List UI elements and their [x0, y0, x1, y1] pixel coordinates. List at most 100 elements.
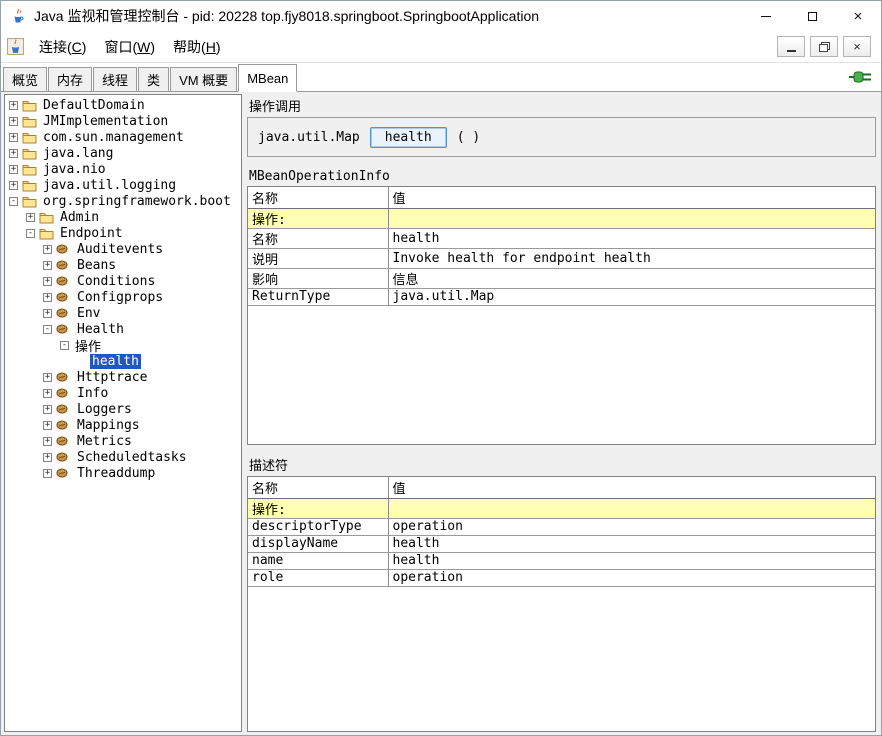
tree-node-info[interactable]: +Info — [5, 385, 241, 401]
tree-node-java-nio[interactable]: +java.nio — [5, 161, 241, 177]
collapse-icon[interactable]: - — [60, 341, 69, 350]
expand-icon[interactable]: + — [43, 437, 52, 446]
tree-node-health[interactable]: health — [5, 353, 241, 369]
expand-icon[interactable]: + — [43, 261, 52, 270]
operation-info-column-header[interactable]: 名称 — [248, 187, 388, 208]
descriptor-row[interactable]: displayNamehealth — [248, 535, 875, 552]
minimize-button[interactable] — [743, 1, 789, 31]
health-invoke-button[interactable]: health — [370, 127, 447, 148]
expand-icon[interactable]: + — [43, 277, 52, 286]
expand-icon[interactable]: + — [43, 389, 52, 398]
tree-node-loggers[interactable]: + Loggers — [5, 401, 241, 417]
minimize-icon — [761, 16, 771, 17]
tree-node-com-sun-management[interactable]: +com.sun.management — [5, 129, 241, 145]
expand-icon[interactable]: + — [43, 453, 52, 462]
tree-node-mappings[interactable]: +Mappings — [5, 417, 241, 433]
tree-node-defaultdomain[interactable]: +DefaultDomain — [5, 97, 241, 113]
tab-classes[interactable]: 类 — [138, 67, 169, 91]
tree-node-httptrace[interactable]: +Httptrace — [5, 369, 241, 385]
expand-icon[interactable]: + — [43, 309, 52, 318]
maximize-button[interactable] — [789, 1, 835, 31]
expand-icon[interactable]: + — [9, 101, 18, 110]
cell-value: operation — [388, 569, 875, 586]
descriptor-group-row[interactable]: 操作: — [248, 498, 875, 518]
tree-node-endpoint[interactable]: -Endpoint — [5, 225, 241, 241]
cell-value: java.util.Map — [388, 288, 875, 305]
operation-info-row[interactable]: 影响信息 — [248, 268, 875, 288]
tab-vm-summary[interactable]: VM 概要 — [170, 67, 237, 91]
operation-info-row[interactable]: 说明Invoke health for endpoint health — [248, 248, 875, 268]
expand-icon[interactable]: + — [9, 165, 18, 174]
operation-info-row[interactable]: 名称health — [248, 228, 875, 248]
tree-node-java-util-logging[interactable]: +java.util.logging — [5, 177, 241, 193]
mbean-detail-panel: 操作调用 java.util.Map health ( ) MBeanOpera… — [245, 94, 878, 732]
expand-icon[interactable]: + — [9, 117, 18, 126]
tree-node-label: Configprops — [75, 290, 165, 305]
tree-node-configprops[interactable]: + Configprops — [5, 289, 241, 305]
tree-node-beans[interactable]: +Beans — [5, 257, 241, 273]
tree-node-item-15[interactable]: -操作 — [5, 337, 241, 353]
expander-spacer — [77, 357, 86, 366]
main-area: +DefaultDomain+JMImplementation+com.sun.… — [1, 92, 881, 735]
expand-icon[interactable]: + — [9, 181, 18, 190]
collapse-icon[interactable]: - — [26, 229, 35, 238]
collapse-icon[interactable]: - — [43, 325, 52, 334]
tree-node-scheduledtasks[interactable]: +Scheduledtasks — [5, 449, 241, 465]
cell-name: name — [248, 552, 388, 569]
operation-invocation-title: 操作调用 — [249, 96, 876, 115]
bean-icon — [56, 451, 72, 463]
tree-node-label: Health — [75, 322, 126, 337]
expand-icon[interactable]: + — [43, 469, 52, 478]
tree-node-java-lang[interactable]: + java.lang — [5, 145, 241, 161]
menu-items: 连接(C)窗口(W)帮助(H) — [30, 33, 230, 61]
descriptor-row[interactable]: namehealth — [248, 552, 875, 569]
internal-minimize-button[interactable] — [777, 36, 805, 57]
tree-node-health[interactable]: - Health — [5, 321, 241, 337]
bean-icon — [56, 323, 72, 335]
tree-node-env[interactable]: + Env — [5, 305, 241, 321]
tree-node-label: 操作 — [73, 336, 103, 355]
operation-invocation-box: java.util.Map health ( ) — [247, 117, 876, 157]
collapse-icon[interactable]: - — [9, 197, 18, 206]
expand-icon[interactable]: + — [43, 421, 52, 430]
cell-name: ReturnType — [248, 288, 388, 305]
descriptor-row[interactable]: descriptorTypeoperation — [248, 518, 875, 535]
bean-icon — [56, 371, 72, 383]
operation-info-column-header[interactable]: 值 — [388, 187, 875, 208]
tree-node-org-springframework-boot[interactable]: - org.springframework.boot — [5, 193, 241, 209]
descriptor-row[interactable]: roleoperation — [248, 569, 875, 586]
operation-info-row[interactable]: ReturnTypejava.util.Map — [248, 288, 875, 305]
expand-icon[interactable]: + — [9, 149, 18, 158]
tree-node-admin[interactable]: +Admin — [5, 209, 241, 225]
group-row-filler — [388, 498, 875, 518]
tab-overview[interactable]: 概览 — [3, 67, 47, 91]
tree-node-label: java.lang — [41, 146, 115, 161]
tree-node-auditevents[interactable]: +Auditevents — [5, 241, 241, 257]
tree-node-label: Loggers — [75, 402, 134, 417]
tree-node-metrics[interactable]: +Metrics — [5, 433, 241, 449]
close-button[interactable]: × — [835, 1, 881, 31]
internal-restore-button[interactable] — [810, 36, 838, 57]
menu-help[interactable]: 帮助(H) — [164, 33, 229, 61]
tree-node-conditions[interactable]: +Conditions — [5, 273, 241, 289]
tab-memory[interactable]: 内存 — [48, 67, 92, 91]
expand-icon[interactable]: + — [9, 133, 18, 142]
menu-connection[interactable]: 连接(C) — [30, 33, 95, 61]
menu-window[interactable]: 窗口(W) — [95, 33, 164, 61]
expand-icon[interactable]: + — [43, 245, 52, 254]
tree-node-jmimplementation[interactable]: +JMImplementation — [5, 113, 241, 129]
expand-icon[interactable]: + — [43, 293, 52, 302]
expand-icon[interactable]: + — [43, 405, 52, 414]
tree-node-label: org.springframework.boot — [41, 194, 233, 209]
cell-value: health — [388, 228, 875, 248]
expand-icon[interactable]: + — [26, 213, 35, 222]
tab-threads[interactable]: 线程 — [93, 67, 137, 91]
tree-node-threaddump[interactable]: +Threaddump — [5, 465, 241, 481]
expand-icon[interactable]: + — [43, 373, 52, 382]
descriptor-column-header[interactable]: 名称 — [248, 477, 388, 498]
internal-close-button[interactable]: × — [843, 36, 871, 57]
operation-info-group-row[interactable]: 操作: — [248, 208, 875, 228]
tree-node-label: Env — [75, 306, 102, 321]
tab-mbeans[interactable]: MBean — [238, 64, 297, 92]
descriptor-column-header[interactable]: 值 — [388, 477, 875, 498]
